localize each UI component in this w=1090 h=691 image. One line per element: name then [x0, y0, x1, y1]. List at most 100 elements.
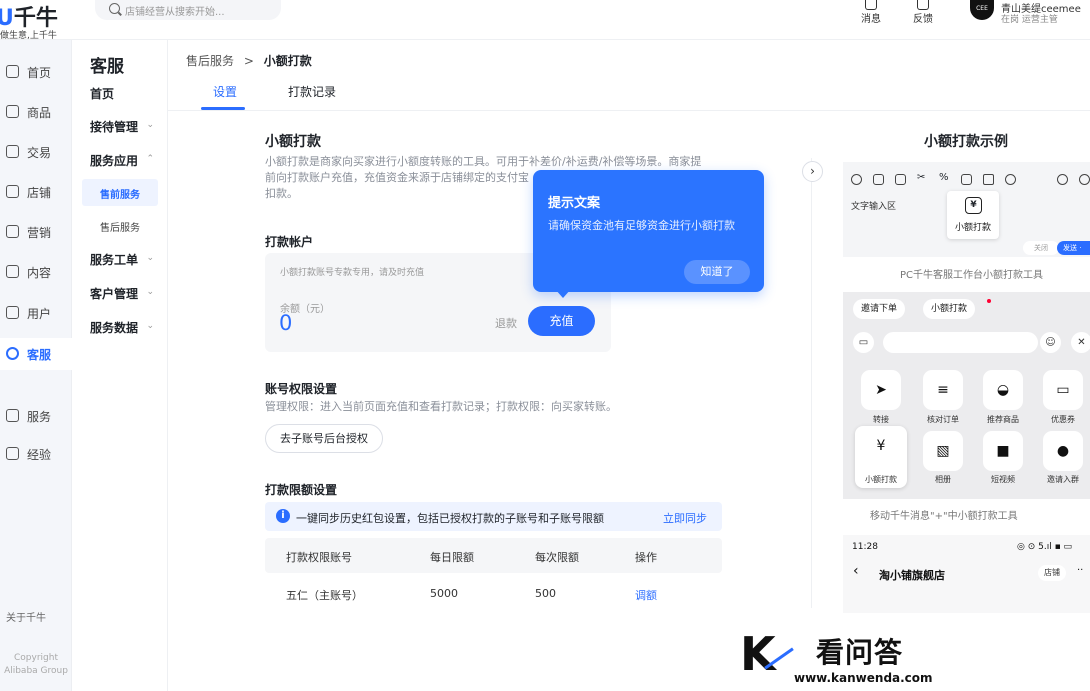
status-time: 11:28: [852, 542, 878, 552]
more-icon: ··: [1077, 565, 1084, 576]
breadcrumb-parent[interactable]: 售后服务: [186, 54, 234, 68]
clock-icon: [1057, 174, 1068, 185]
watermark: K 看问答 www.kanwenda.com: [740, 625, 960, 687]
scissors-icon: ✂: [917, 172, 926, 183]
secondary-nav: 客服 首页 接待管理 ⌄ 服务应用 ⌃ 售前服务 售后服务 服务工单 ⌄ 客户管理 ⌄ …: [72, 40, 168, 691]
tip-popover: 提示文案 请确保资金池有足够资金进行小额打款 知道了: [533, 170, 764, 292]
tool-label: 推荐商品: [987, 415, 1019, 424]
content-icon: [6, 265, 19, 278]
balance-value: 0: [279, 311, 293, 335]
message-input: [883, 332, 1038, 353]
tab-settings[interactable]: 设置: [213, 83, 237, 100]
popover-title: 提示文案: [548, 196, 601, 211]
feedback-button[interactable]: 反馈: [908, 0, 938, 25]
tool-button: ●: [1043, 431, 1083, 471]
rail-item[interactable]: 内容: [0, 256, 72, 288]
small-payment-tool-popup: ¥ 小额打款: [947, 191, 999, 239]
rail-item[interactable]: 服务: [0, 400, 72, 432]
subnav-item-reception[interactable]: 接待管理 ⌄: [90, 118, 160, 135]
chevron-right-icon: ›: [810, 164, 815, 178]
more-icon: [1079, 174, 1090, 185]
subnav-sub-presale[interactable]: 售前服务: [82, 179, 158, 206]
tool-button: ≡: [923, 370, 963, 410]
column-header-action: 操作: [635, 551, 657, 564]
global-search[interactable]: 店铺经营从搜索开始...: [95, 0, 281, 20]
breadcrumb-separator: >: [243, 54, 254, 68]
close-icon: ✕: [1071, 332, 1090, 353]
authorize-subaccount-button[interactable]: 去子账号后台授权: [265, 424, 383, 453]
goods-icon: [6, 105, 19, 118]
table-row: 五仁（主账号） 5000 500 调额: [265, 573, 722, 613]
emoji-icon: [851, 174, 862, 185]
search-placeholder: 店铺经营从搜索开始...: [125, 7, 225, 18]
info-icon: i: [276, 509, 290, 523]
chevron-up-icon: ⌃: [146, 154, 154, 164]
copyright-text: Alibaba Group: [4, 666, 68, 676]
order-icon: [895, 174, 906, 185]
got-it-button[interactable]: 知道了: [684, 260, 750, 284]
messages-button[interactable]: 消息: [856, 0, 886, 25]
collapse-panel-button[interactable]: ›: [802, 161, 823, 182]
tool-button: ■: [983, 431, 1023, 471]
file-icon: [983, 174, 994, 185]
tool-button: ▧: [923, 431, 963, 471]
marketing-icon: [6, 225, 19, 238]
limit-section-title: 打款限额设置: [265, 483, 338, 497]
shop-icon: [6, 185, 19, 198]
shop-name: 淘小铺旗舰店: [879, 569, 945, 582]
tab-payment-records[interactable]: 打款记录: [288, 83, 336, 100]
transfer-icon: [961, 174, 972, 185]
tool-label: 邀请入群: [1047, 475, 1079, 484]
tool-button: ➤: [861, 370, 901, 410]
rail-item[interactable]: 用户: [0, 297, 72, 329]
send-button: 发送 ·: [1057, 241, 1090, 255]
trade-icon: [6, 145, 19, 158]
home-icon: [6, 65, 19, 78]
panel-divider: [811, 158, 812, 608]
popover-arrow: [555, 289, 571, 298]
breadcrumb: 售后服务 > 小额打款: [186, 52, 312, 69]
tabs-divider: [168, 110, 1090, 111]
cell-account: 五仁（主账号）: [286, 589, 363, 602]
invite-order-chip: 邀请下单: [853, 299, 906, 319]
subnav-item-service-apps[interactable]: 服务应用 ⌃: [90, 152, 160, 169]
refund-link[interactable]: 退款: [495, 315, 517, 331]
subnav-item-work-orders[interactable]: 服务工单 ⌄: [90, 251, 160, 268]
rail-item[interactable]: 店铺: [0, 176, 72, 208]
rail-item[interactable]: 营销: [0, 216, 72, 248]
subnav-item-home[interactable]: 首页: [90, 85, 160, 102]
rail-item[interactable]: 客服: [0, 338, 72, 370]
experience-icon: [6, 447, 19, 460]
breadcrumb-current: 小额打款: [263, 54, 312, 68]
permission-description: 管理权限：进入当前页面充值和查看打款记录；打款权限：向买家转账。: [265, 400, 617, 413]
tool-label: 优惠券: [1051, 415, 1075, 424]
percent-icon: %: [939, 172, 949, 183]
quick-reply-icon: [873, 174, 884, 185]
apps-icon: [6, 409, 19, 422]
adjust-limit-link[interactable]: 调额: [635, 587, 657, 603]
history-icon: [1005, 174, 1016, 185]
about-link[interactable]: 关于千牛: [6, 609, 46, 624]
subnav-item-service-data[interactable]: 服务数据 ⌄: [90, 319, 160, 336]
cell-each-limit: 500: [535, 587, 556, 600]
page-title: 小额打款: [265, 134, 321, 150]
pc-example-image: ✂ % 文字输入区 ¥ 小额打款 关闭 发送 ·: [843, 162, 1090, 257]
rail-item[interactable]: 经验: [0, 438, 72, 470]
subnav-sub-aftersale[interactable]: 售后服务: [82, 212, 158, 239]
rail-item[interactable]: 首页: [0, 56, 72, 88]
mobile-example-image: 邀请下单 小额打款 ▭ ☺ ✕ ➤ 转接 ≡ 核对订单 ◒ 推荐商品 ▭ 优惠券 ¥ 小额打款 ▧ 相…: [843, 292, 1090, 499]
recharge-button[interactable]: 充值: [528, 306, 595, 336]
subnav-item-customers[interactable]: 客户管理 ⌄: [90, 285, 160, 302]
account-section-title: 打款帐户: [265, 235, 314, 249]
yen-icon: ¥: [965, 197, 982, 214]
column-header-each: 每次限额: [535, 551, 579, 564]
sync-now-link[interactable]: 立即同步: [663, 510, 707, 526]
watermark-logo-icon: K: [740, 627, 776, 681]
avatar[interactable]: CEE MEE: [970, 0, 994, 30]
limit-table-header: 打款权限账号 每日限额 每次限额 操作: [265, 538, 722, 573]
rail-item[interactable]: 商品: [0, 96, 72, 128]
primary-nav-rail: 首页 商品 交易 店铺 营销 内容 用户 客服 服务 经验 关于千牛 Copyright Alibaba…: [0, 40, 72, 691]
status-icons: ◎ ⊙ 5.ıl ▪ ▭: [1017, 542, 1073, 552]
secondary-nav-title: 客服: [90, 57, 124, 77]
rail-item[interactable]: 交易: [0, 136, 72, 168]
